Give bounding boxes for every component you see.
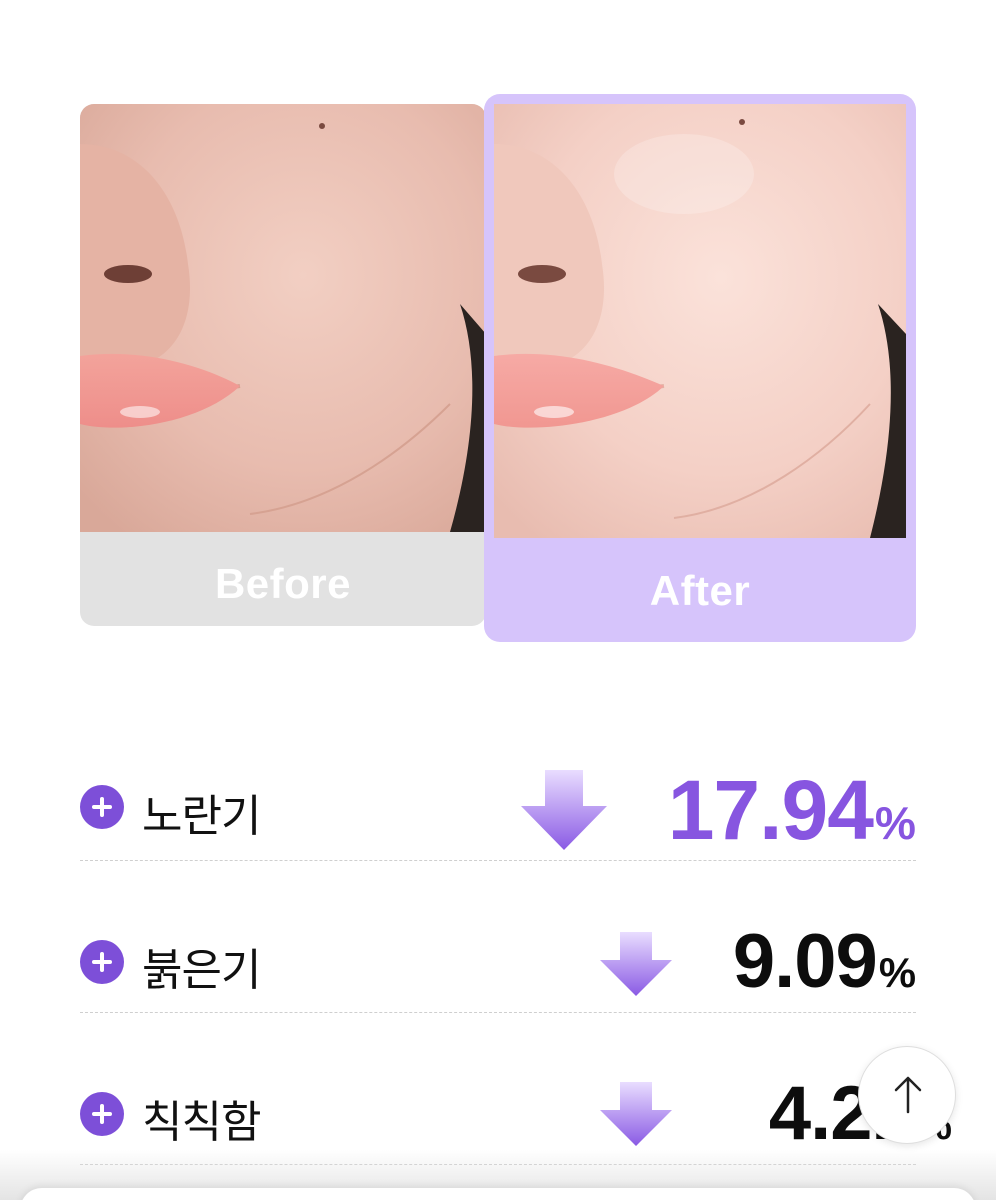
metric-row-yellowness[interactable]: 노란기 17.94% (80, 760, 916, 861)
page: Before After 노란기 17.94% 붉은기 9.09% 칙칙함 4.… (0, 0, 996, 1200)
plus-icon[interactable] (80, 785, 124, 829)
metric-name: 노란기 (142, 791, 261, 842)
before-label: Before (214, 560, 352, 607)
down-arrow-icon (600, 1082, 672, 1146)
before-after-comparison: Before After (80, 94, 916, 642)
metric-name: 칙칙함 (142, 1097, 261, 1148)
down-arrow-icon (600, 932, 672, 996)
divider (80, 1012, 916, 1013)
arrow-up-icon (893, 1075, 923, 1115)
plus-icon[interactable] (80, 940, 124, 984)
bottom-sheet[interactable] (20, 1188, 976, 1200)
down-arrow-icon (521, 770, 607, 850)
metric-row-redness[interactable]: 붉은기 9.09% (80, 918, 916, 1013)
metric-value: 9.09% (732, 919, 916, 1004)
plus-icon[interactable] (80, 1092, 124, 1136)
before-card: Before (80, 104, 486, 626)
before-photo (80, 104, 486, 532)
after-photo (494, 104, 906, 538)
metric-value: 17.94% (667, 763, 916, 857)
metric-name: 붉은기 (142, 945, 261, 996)
after-card: After (484, 94, 916, 642)
divider (80, 860, 916, 861)
scroll-top-button[interactable] (858, 1046, 956, 1144)
after-label: After (649, 567, 751, 614)
